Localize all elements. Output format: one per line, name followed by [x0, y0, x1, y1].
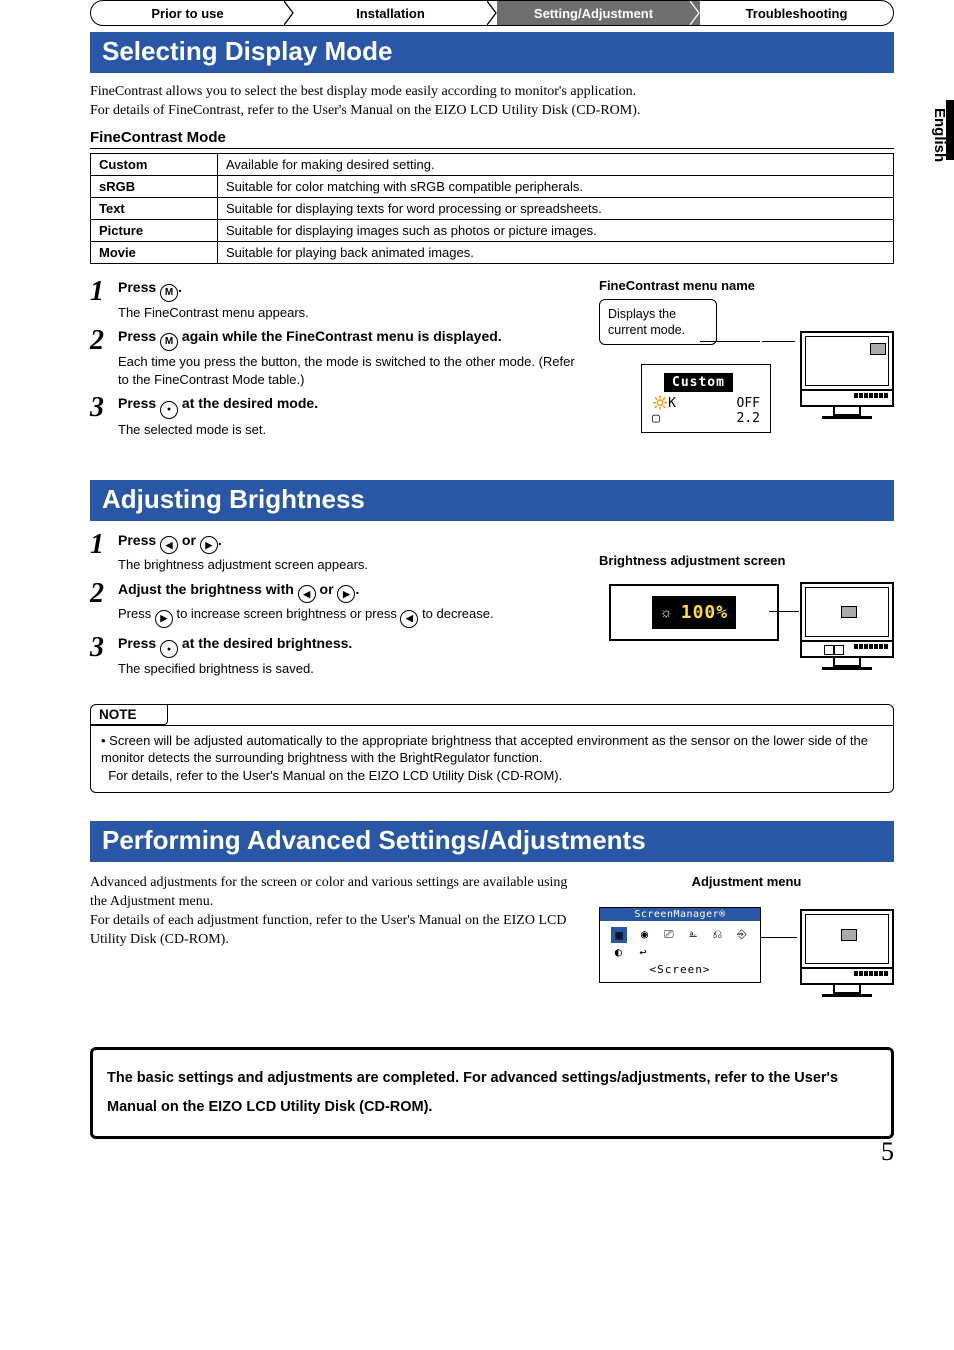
tab-troubleshooting: Troubleshooting [700, 1, 893, 25]
adjustment-menu-title: Adjustment menu [599, 874, 894, 889]
brightness-figure: ☼ 100% [599, 574, 894, 694]
right-button-icon: ▶ [200, 536, 218, 554]
brightness-osd: ☼ 100% [609, 584, 779, 641]
s2-step-2: 2 Adjust the brightness with ◀ or ▶. Pre… [90, 580, 587, 628]
finecontrast-figure-title: FineContrast menu name [599, 278, 894, 293]
s1-step-3: 3 Press ● at the desired mode. The selec… [90, 394, 587, 438]
tab-setting-adjustment: Setting/Adjustment [497, 1, 690, 25]
section3-lead: Advanced adjustments for the screen or c… [90, 874, 587, 950]
s2-step-1: 1 Press ◀ or ▶. The brightness adjustmen… [90, 531, 587, 574]
tab-installation: Installation [294, 1, 487, 25]
brightness-figure-title: Brightness adjustment screen [599, 553, 894, 568]
section1-lead: FineContrast allows you to select the be… [90, 83, 894, 121]
left-button-icon: ◀ [298, 585, 316, 603]
finecontrast-callout: Displays the current mode. [599, 299, 717, 346]
m-button-icon: M [160, 333, 178, 351]
osd-icon: ⎚ [662, 927, 676, 941]
osd-icon: ↩ [636, 945, 650, 959]
section-title-advanced: Performing Advanced Settings/Adjustments [90, 821, 894, 862]
adjustment-osd: ScreenManager® ▦ ◉ ⎚ ⎁ ⎌ ⎆ ◐ ↩ <Scree [599, 907, 761, 983]
enter-button-icon: ● [160, 401, 178, 419]
right-button-icon: ▶ [155, 610, 173, 628]
adjustment-menu-figure: ScreenManager® ▦ ◉ ⎚ ⎁ ⎌ ⎆ ◐ ↩ <Scree [599, 895, 894, 1025]
language-tab-marker [946, 100, 954, 160]
monitor-illustration [800, 582, 894, 670]
enter-button-icon: ● [160, 640, 178, 658]
osd-icon: ◉ [637, 927, 651, 941]
m-button-icon: M [160, 284, 178, 302]
osd-icon: ⎆ [735, 927, 749, 941]
page-number: 5 [881, 1137, 894, 1167]
tab-prior-to-use: Prior to use [91, 1, 284, 25]
finecontrast-mode-heading: FineContrast Mode [90, 129, 894, 149]
osd-icon: ⎁ [686, 927, 700, 941]
left-button-icon: ◀ [160, 536, 178, 554]
phase-tabs: Prior to use Installation Setting/Adjust… [90, 0, 894, 26]
s1-step-2: 2 Press M again while the FineContrast m… [90, 327, 587, 388]
closing-note: The basic settings and adjustments are c… [90, 1047, 894, 1139]
osd-icon: ⎌ [710, 927, 724, 941]
s1-step-1: 1 Press M. The FineContrast menu appears… [90, 278, 587, 322]
left-button-icon: ◀ [400, 610, 418, 628]
finecontrast-figure: Displays the current mode. Custom 🔆KOFF … [599, 299, 894, 474]
section-title-display-mode: Selecting Display Mode [90, 32, 894, 73]
finecontrast-mode-table: CustomAvailable for making desired setti… [90, 153, 894, 264]
osd-icon: ◐ [611, 945, 625, 959]
finecontrast-osd: Custom 🔆KOFF ▢2.2 [641, 364, 771, 433]
section-title-brightness: Adjusting Brightness [90, 480, 894, 521]
note-box: NOTE • Screen will be adjusted automatic… [90, 704, 894, 794]
right-button-icon: ▶ [337, 585, 355, 603]
brightness-icon: ☼ [660, 604, 673, 620]
osd-screen-icon: ▦ [611, 927, 627, 943]
s2-step-3: 3 Press ● at the desired brightness. The… [90, 634, 587, 678]
monitor-illustration [800, 331, 894, 419]
monitor-illustration [800, 909, 894, 997]
